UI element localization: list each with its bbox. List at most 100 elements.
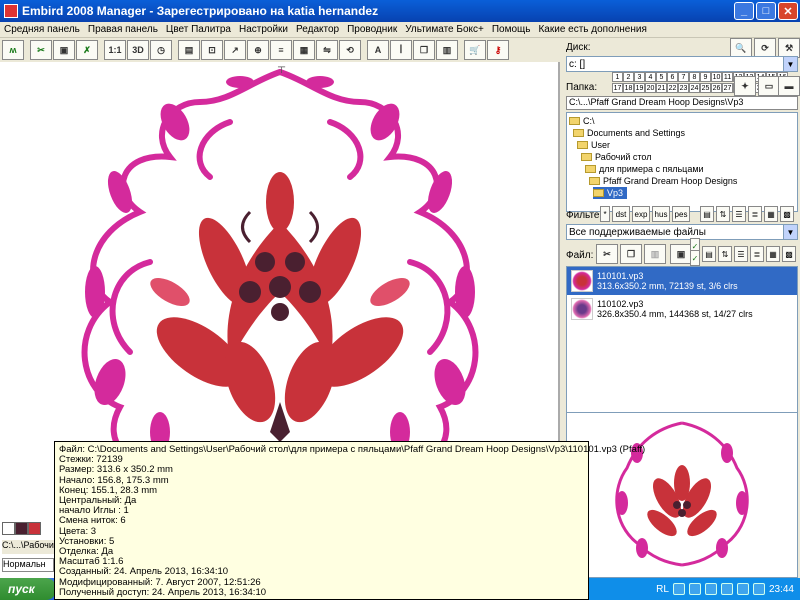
menu-explorer[interactable]: Проводник (343, 24, 401, 35)
minimize-button[interactable]: _ (734, 2, 754, 20)
tree-item[interactable]: User (577, 139, 610, 151)
antivirus-icon[interactable] (688, 583, 701, 595)
detail-icon[interactable]: ☰ (732, 206, 746, 222)
menu-middle-panel[interactable]: Средняя панель (0, 24, 84, 35)
find-icon[interactable]: 🔍 (730, 38, 752, 58)
text-a-icon[interactable]: A (367, 40, 389, 60)
file-detail-icon[interactable]: ☰ (734, 246, 748, 262)
folder-number-button[interactable]: 19 (634, 83, 645, 93)
key-icon[interactable]: ⚷ (487, 40, 509, 60)
folder-number-button[interactable]: 3 (634, 72, 645, 82)
update-icon[interactable] (736, 583, 749, 595)
zoom-icon[interactable]: ⊕ (247, 40, 269, 60)
folder-number-button[interactable]: 4 (645, 72, 656, 82)
file-sort-icon[interactable]: ⇅ (718, 246, 732, 262)
folder-number-button[interactable]: 23 (678, 83, 689, 93)
folder-number-button[interactable]: 1 (612, 72, 623, 82)
tree-item-selected[interactable]: Vp3 (593, 187, 628, 199)
file-list[interactable]: 110101.vp3 313.6x350.2 mm, 72139 st, 3/6 … (566, 266, 798, 414)
copy-icon[interactable]: ❐ (413, 40, 435, 60)
color-swatch[interactable] (2, 522, 15, 535)
grid-icon[interactable]: ▦ (293, 40, 315, 60)
tree-item[interactable]: Documents and Settings (573, 127, 685, 139)
cut-file-icon[interactable]: ✂ (596, 244, 618, 264)
maximize-button[interactable]: □ (756, 2, 776, 20)
volume-icon[interactable] (704, 583, 717, 595)
file-view-icon[interactable]: ▤ (702, 246, 716, 262)
copy-file-icon[interactable]: ❐ (620, 244, 642, 264)
wave-icon[interactable]: ʍ (2, 40, 24, 60)
rotate-icon[interactable]: ⟲ (339, 40, 361, 60)
menu-right-panel[interactable]: Правая панель (84, 24, 162, 35)
folder-number-button[interactable]: 6 (667, 72, 678, 82)
folder-number-button[interactable]: 27 (722, 83, 733, 93)
menu-ultimate-box[interactable]: Ультимате Бокс+ (401, 24, 488, 35)
new-folder-icon[interactable]: ✦ (734, 76, 756, 96)
filter-hus-button[interactable]: hus (652, 206, 670, 222)
language-indicator[interactable]: RL (656, 584, 669, 595)
filter-select[interactable]: Все поддерживаемые файлы ▼ (566, 224, 798, 240)
cart-icon[interactable]: 🛒 (464, 40, 486, 60)
folder-number-button[interactable]: 22 (667, 83, 678, 93)
paste-icon[interactable]: ▥ (436, 40, 458, 60)
folder-number-button[interactable]: 5 (656, 72, 667, 82)
folder-number-button[interactable]: 11 (722, 72, 733, 82)
security-icon[interactable] (720, 583, 733, 595)
printer-icon[interactable] (752, 583, 765, 595)
folder-number-button[interactable]: 20 (645, 83, 656, 93)
cut-icon[interactable]: ✗ (76, 40, 98, 60)
refresh-icon[interactable]: ⟳ (754, 38, 776, 58)
tab-normal[interactable]: Нормальн (2, 558, 54, 572)
flip-icon[interactable]: ⇋ (316, 40, 338, 60)
camera-icon[interactable]: ▣ (53, 40, 75, 60)
file-row[interactable]: 110102.vp3 326.8x350.4 mm, 144368 st, 14/… (567, 295, 797, 323)
menu-addons[interactable]: Какие есть дополнения (534, 24, 650, 35)
folder-number-button[interactable]: 24 (689, 83, 700, 93)
folder-number-button[interactable]: 18 (623, 83, 634, 93)
tree-item[interactable]: Pfaff Grand Dream Hoop Designs (589, 175, 737, 187)
folder-number-button[interactable]: 17 (612, 83, 623, 93)
folder-number-button[interactable]: 26 (711, 83, 722, 93)
filter-exp-button[interactable]: exp (632, 206, 650, 222)
font-icon[interactable]: ꟾ (390, 40, 412, 60)
filter-all-button[interactable]: * (600, 206, 610, 222)
file-row-selected[interactable]: 110101.vp3 313.6x350.2 mm, 72139 st, 3/6 … (567, 267, 797, 295)
sort-icon[interactable]: ⇅ (716, 206, 730, 222)
paste-file-icon[interactable]: ▥ (644, 244, 666, 264)
check-all-icon[interactable]: ✓ (690, 250, 700, 266)
thumb-large-icon[interactable]: ▩ (780, 206, 794, 222)
network-icon[interactable] (672, 583, 685, 595)
menu-editor[interactable]: Редактор (292, 24, 343, 35)
filter-pes-button[interactable]: pes (672, 206, 690, 222)
folder-number-button[interactable]: 8 (689, 72, 700, 82)
start-button[interactable]: пуск (0, 578, 56, 600)
disk-select[interactable]: c: [] ▼ (566, 56, 798, 72)
drive-icon[interactable]: ▬ (778, 76, 800, 96)
folder-number-button[interactable]: 25 (700, 83, 711, 93)
folder-number-button[interactable]: 7 (678, 72, 689, 82)
view-icon[interactable]: ▤ (700, 206, 714, 222)
color-swatch[interactable] (15, 522, 28, 535)
menu-settings[interactable]: Настройки (235, 24, 292, 35)
close-button[interactable]: ✕ (778, 2, 798, 20)
folder-number-button[interactable]: 10 (711, 72, 722, 82)
folder-number-button[interactable]: 9 (700, 72, 711, 82)
select-icon[interactable]: ⊡ (201, 40, 223, 60)
menu-help[interactable]: Помощь (488, 24, 535, 35)
tools-icon[interactable]: ⚒ (778, 38, 800, 58)
file-list-icon[interactable]: ≣ (750, 246, 764, 262)
clock-icon[interactable]: ◷ (150, 40, 172, 60)
layers-icon[interactable]: ≡ (270, 40, 292, 60)
folder-icon[interactable]: ▭ (758, 76, 780, 96)
filter-dst-button[interactable]: dst (612, 206, 630, 222)
folder-tree[interactable]: C:\ Documents and Settings User Рабочий … (566, 112, 798, 212)
thumb-small-icon[interactable]: ▦ (764, 206, 778, 222)
folder-number-button[interactable]: 2 (623, 72, 634, 82)
list-icon[interactable]: ≣ (748, 206, 762, 222)
image-icon[interactable]: ▤ (178, 40, 200, 60)
file-thumb-small-icon[interactable]: ▦ (766, 246, 780, 262)
1to1-icon[interactable]: 1:1 (104, 40, 126, 60)
arrow-icon[interactable]: ↗ (224, 40, 246, 60)
folder-number-button[interactable]: 21 (656, 83, 667, 93)
color-swatch[interactable] (28, 522, 41, 535)
